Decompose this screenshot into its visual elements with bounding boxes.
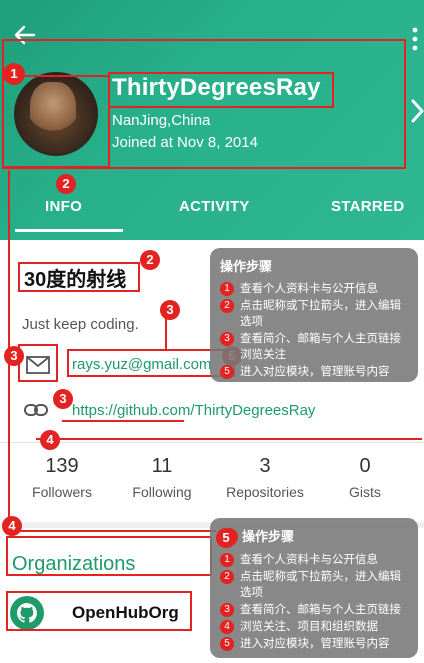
step-number: 3: [220, 332, 234, 346]
step-text: 查看个人资料卡与公开信息: [240, 554, 378, 566]
annotation-line: [62, 420, 184, 422]
panel-step: 3 查看简介、邮箱与个人主页链接: [220, 602, 408, 618]
annotation-box-orgs: [6, 536, 212, 576]
panel-step: 5 进入对应模块，管理账号内容: [220, 636, 408, 652]
annotation-box-avatar: [2, 75, 110, 168]
step-number: 2: [220, 299, 234, 313]
annotation-line: [36, 438, 422, 440]
step-text: 查看个人资料卡与公开信息: [240, 283, 378, 295]
chevron-right-icon[interactable]: [410, 98, 424, 124]
annotation-box-username: [108, 72, 334, 108]
tab-indicator: [15, 229, 123, 232]
step-text: 点击昵称或下拉箭头，进入编辑选项: [240, 571, 401, 599]
annotation-badge: 4: [2, 516, 22, 536]
step-text: 进入对应模块，管理账号内容: [240, 638, 390, 650]
tab-bar: INFO ACTIVITY STARRED: [0, 190, 424, 226]
annotation-badge: 3: [4, 346, 24, 366]
panel-step: 1 查看个人资料卡与公开信息: [220, 552, 408, 568]
annotation-badge: 1: [3, 63, 25, 85]
more-options-icon[interactable]: [410, 26, 420, 52]
step-number: 4: [220, 620, 234, 634]
tab-activity[interactable]: ACTIVITY: [179, 198, 250, 215]
divider: [0, 442, 424, 443]
instruction-panel-top: 操作步骤 1 查看个人资料卡与公开信息 2 点击昵称或下拉箭头，进入编辑选项 3…: [210, 248, 418, 382]
stat-label: Following: [132, 484, 192, 500]
annotation-badge: 2: [56, 174, 76, 194]
panel-title: 操作步骤: [220, 259, 273, 274]
panel-title-text: 操作步骤: [242, 529, 295, 544]
stat-gists[interactable]: 0 Gists: [315, 455, 415, 500]
annotation-box-mail-icon: [18, 344, 58, 382]
step-number: 5: [220, 637, 234, 651]
step-text: 查看简介、邮箱与个人主页链接浏览关注: [240, 333, 401, 361]
panel-step: 4 浏览关注、项目和组织数据: [220, 619, 408, 635]
stat-followers[interactable]: 139 Followers: [12, 455, 112, 500]
bio: Just keep coding.: [22, 316, 139, 333]
stat-value: 3: [259, 455, 271, 477]
stat-value: 139: [45, 455, 79, 477]
tab-info[interactable]: INFO: [45, 198, 82, 215]
stat-label: Followers: [32, 484, 92, 500]
step-text: 点击昵称或下拉箭头，进入编辑选项: [240, 300, 401, 328]
panel-title: 5操作步骤: [220, 526, 408, 546]
step-number: 1: [220, 282, 234, 296]
stat-value: 0: [359, 455, 371, 477]
tab-starred[interactable]: STARRED: [331, 198, 405, 215]
step-number: 3: [220, 603, 234, 617]
step-number: 1: [220, 553, 234, 567]
panel-step: 3 查看简介、邮箱与个人主页链接浏览关注: [220, 331, 408, 363]
blog-link[interactable]: https://github.com/ThirtyDegreesRay: [72, 402, 315, 419]
panel-step: 2 点击昵称或下拉箭头，进入编辑选项: [220, 569, 408, 601]
stat-value: 11: [151, 455, 173, 477]
step-number: 2: [220, 570, 234, 584]
panel-step: 5 进入对应模块，管理账号内容: [220, 364, 408, 380]
annotation-box-org-item: [6, 591, 192, 631]
annotation-badge: 3: [160, 300, 180, 320]
step-text: 浏览关注、项目和组织数据: [240, 621, 378, 633]
step-number: 5: [220, 365, 234, 379]
stat-label: Repositories: [226, 484, 304, 500]
panel-step: 1 查看个人资料卡与公开信息: [220, 281, 408, 297]
annotation-badge: 4: [40, 430, 60, 450]
stat-label: Gists: [349, 484, 381, 500]
annotation-line: [8, 530, 216, 532]
annotation-badge: 3: [53, 389, 73, 409]
step-text: 进入对应模块，管理账号内容: [240, 366, 390, 378]
link-icon: [24, 404, 48, 416]
stat-repositories[interactable]: 3 Repositories: [215, 455, 315, 500]
annotation-badge: 5: [216, 528, 236, 548]
panel-step: 2 点击昵称或下拉箭头，进入编辑选项: [220, 298, 408, 330]
stat-following[interactable]: 11 Following: [112, 455, 212, 500]
annotation-box-display-name: [18, 262, 140, 292]
annotation-badge: 2: [140, 250, 160, 270]
instruction-panel-bottom: 5操作步骤 1 查看个人资料卡与公开信息 2 点击昵称或下拉箭头，进入编辑选项 …: [210, 518, 418, 658]
annotation-line: [165, 318, 167, 350]
step-text: 查看简介、邮箱与个人主页链接: [240, 604, 401, 616]
